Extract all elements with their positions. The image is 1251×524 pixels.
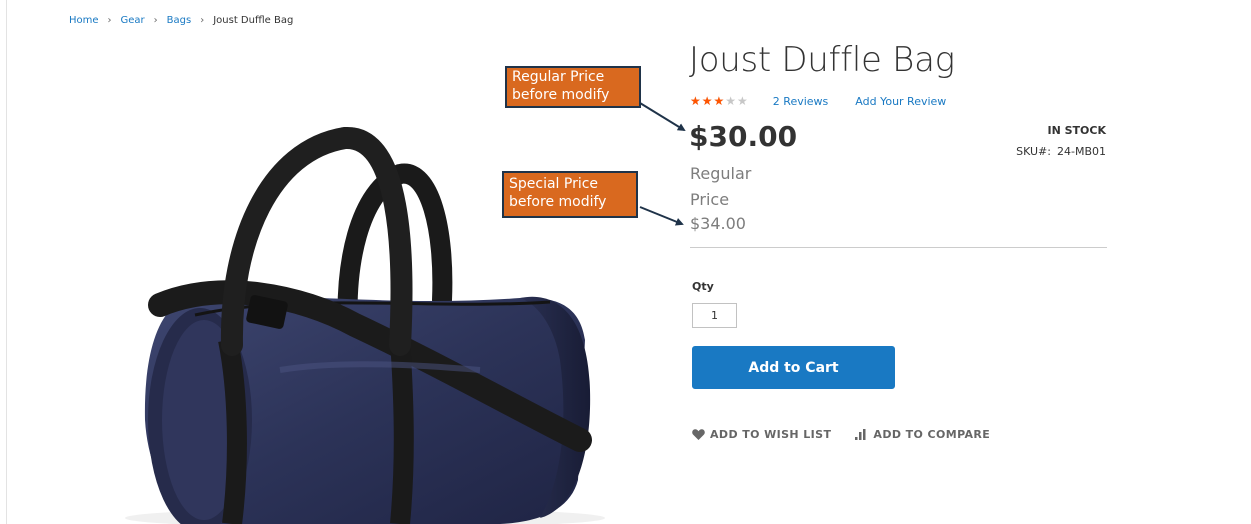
- qty-label: Qty: [692, 280, 714, 293]
- add-to-cart-button[interactable]: Add to Cart: [692, 346, 895, 389]
- breadcrumb-bags[interactable]: Bags: [167, 15, 192, 26]
- special-price: $30.00: [689, 120, 798, 153]
- sku-value: 24-MB01: [1056, 145, 1106, 158]
- compare-bars-icon: [855, 429, 866, 440]
- product-sku: SKU#: 24-MB01: [960, 145, 1106, 158]
- product-title: Joust Duffle Bag: [689, 40, 955, 80]
- stock-status: IN STOCK: [1047, 124, 1106, 137]
- qty-input[interactable]: [692, 303, 737, 328]
- price-divider: [690, 247, 1107, 248]
- arrow-icon: [639, 206, 684, 226]
- annotation-regular-line2: before modify: [512, 87, 610, 103]
- annotation-special-line2: before modify: [509, 194, 607, 210]
- annotation-special-price: Special Price before modify: [502, 171, 638, 218]
- product-rating: ★★★★★ ★★★★★ 2 Reviews Add Your Review: [690, 94, 946, 108]
- add-to-compare-link[interactable]: ADD TO COMPARE: [855, 428, 990, 441]
- reviews-link[interactable]: 2 Reviews: [773, 95, 828, 108]
- star-fill-icon: ★★★★★: [690, 94, 726, 108]
- heart-icon: [692, 429, 705, 440]
- duffle-bag-image: [125, 127, 605, 524]
- add-to-wishlist-link[interactable]: ADD TO WISH LIST: [692, 428, 831, 441]
- breadcrumb-home[interactable]: Home: [69, 15, 99, 26]
- breadcrumb-separator-icon: ›: [107, 15, 112, 26]
- product-image[interactable]: [100, 40, 640, 524]
- breadcrumb: Home › Gear › Bags › Joust Duffle Bag: [69, 15, 293, 26]
- annotation-special-line1: Special Price: [509, 176, 599, 192]
- old-price-label: Regular Price: [690, 164, 752, 209]
- rating-stars: ★★★★★ ★★★★★: [690, 94, 749, 108]
- annotation-regular-line1: Regular Price: [512, 69, 605, 85]
- wishlist-label: ADD TO WISH LIST: [710, 428, 832, 441]
- page-left-border: [6, 0, 7, 524]
- sku-label: SKU#:: [1016, 145, 1051, 158]
- add-review-link[interactable]: Add Your Review: [855, 95, 946, 108]
- breadcrumb-separator-icon: ›: [153, 15, 158, 26]
- old-price: $34.00: [690, 214, 746, 233]
- breadcrumb-separator-icon: ›: [200, 15, 205, 26]
- arrow-icon: [639, 102, 686, 132]
- breadcrumb-current: Joust Duffle Bag: [213, 15, 294, 26]
- compare-label: ADD TO COMPARE: [873, 428, 991, 441]
- breadcrumb-gear[interactable]: Gear: [121, 15, 145, 26]
- annotation-regular-price: Regular Price before modify: [505, 66, 641, 108]
- product-social-links: ADD TO WISH LIST ADD TO COMPARE: [692, 428, 990, 441]
